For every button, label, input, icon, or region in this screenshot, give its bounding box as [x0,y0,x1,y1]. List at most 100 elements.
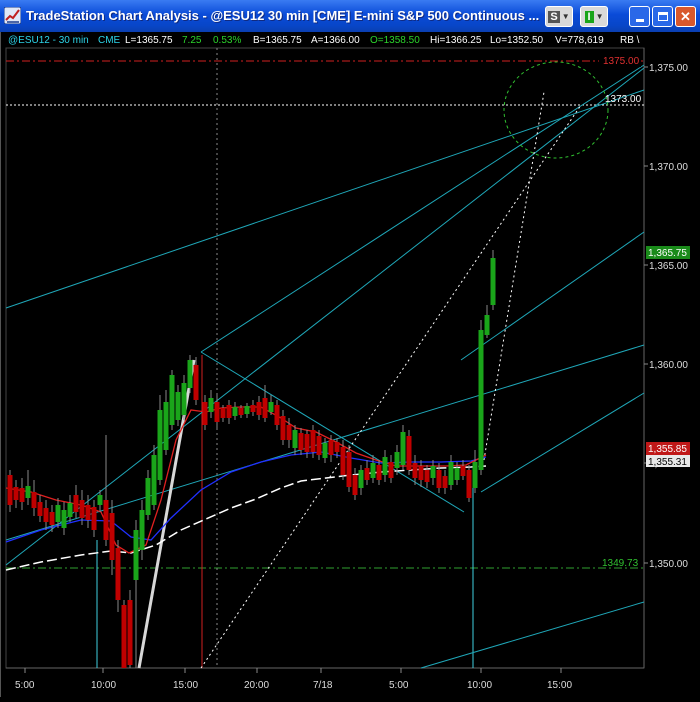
candle-body [280,416,286,440]
close-button[interactable]: ✕ [675,6,696,27]
candle-body [292,430,298,448]
candle-body [478,330,484,470]
title-bar: TradeStation Chart Analysis - @ESU12 30 … [0,0,700,32]
time-axis: 5:00 10:00 15:00 20:00 7/18 5:00 10:00 1… [15,680,572,691]
candle-body [268,402,274,412]
candle-body [127,600,133,665]
chevron-down-icon: ▼ [595,12,604,21]
candle-body [214,402,220,422]
candle-body [31,492,37,508]
info-bar: @ESU12 - 30 min CME L=1365.75 7.25 0.53%… [8,35,640,46]
interval-link-button[interactable]: I ▼ [580,6,608,27]
candle-body [316,436,322,455]
candle-body [187,360,193,388]
candle-body [328,440,334,455]
candle-body [286,425,292,440]
candle-body [430,466,436,478]
candle-body [460,466,466,476]
time-label: 5:00 [389,680,409,691]
candle-body [43,508,49,522]
interval-link-label: I [584,10,594,23]
maximize-icon [657,12,668,21]
info-low: Lo=1352.50 [490,35,544,46]
symbol-link-button[interactable]: S ▼ [545,6,573,27]
target-ellipse[interactable] [503,61,609,159]
candle-body [157,410,163,480]
candle-body [139,510,145,550]
chart-area[interactable]: @ESU12 - 30 min CME L=1365.75 7.25 0.53%… [0,32,700,697]
candle-body [133,530,139,580]
candle-body [418,466,424,480]
support-tag: 1349.73 [602,558,639,569]
info-ask: A=1366.00 [311,35,360,46]
minimize-icon [635,19,644,22]
ma-tag: 1,355.85 [648,444,687,455]
candle-body [97,495,103,505]
candle-body [382,457,388,475]
candle-body [484,315,490,335]
candle-body [472,462,478,488]
candle-body [19,488,25,502]
candle-body [352,475,358,495]
candle-body [67,503,73,517]
candle-body [298,433,304,450]
candle-body [103,500,109,540]
candle-body [208,398,214,412]
candle-body [193,365,199,400]
candle-body [163,402,169,450]
info-extra: RB \ [620,35,640,46]
close-icon: ✕ [680,9,691,24]
candle-body [412,463,418,478]
candle-body [85,505,91,520]
price-tick: 1,350.00 [649,559,688,570]
candle-body [13,487,19,500]
price-chart[interactable]: @ESU12 - 30 min CME L=1365.75 7.25 0.53%… [1,32,700,697]
candle-body [202,402,208,425]
candle-body [73,495,79,512]
candle-body [232,407,238,416]
candle-body [376,465,382,480]
time-label: 7/18 [313,680,333,691]
candle-body [115,548,121,600]
trendlines[interactable] [5,64,645,669]
candles [7,250,496,668]
window-title: TradeStation Chart Analysis - @ESU12 30 … [26,8,540,23]
time-label: 15:00 [173,680,198,691]
candle-body [238,408,244,415]
time-ticks [24,668,562,673]
candle-body [388,462,394,478]
candle-body [346,452,352,487]
candle-body [454,468,460,480]
candle-body [49,512,55,525]
candle-body [424,470,430,482]
candle-body [79,500,85,518]
info-open: O=1358.50 [370,35,420,46]
minimize-button[interactable] [629,6,650,27]
candle-body [394,452,400,468]
price-tick: 1,370.00 [649,162,688,173]
candle-body [400,432,406,465]
candle-body [181,383,187,415]
price-tick: 1,365.00 [649,261,688,272]
symbol-link-label: S [548,10,560,23]
time-label: 5:00 [15,680,35,691]
candle-body [61,510,67,528]
projection-lines[interactable] [200,91,582,669]
price-tick: 1,360.00 [649,360,688,371]
candle-body [358,470,364,488]
last-price-tag: 1,365.75 [648,248,687,259]
info-last: L=1365.75 [125,35,173,46]
candle-body [91,507,97,530]
candle-body [151,455,157,505]
candle-body [442,476,448,488]
candle-body [220,408,226,418]
candle-body [364,468,370,480]
info-exchange: CME [98,35,121,46]
candle-body [226,405,232,418]
time-label: 15:00 [547,680,572,691]
candle-body [340,447,346,475]
maximize-button[interactable] [652,6,673,27]
candle-body [490,258,496,305]
time-label: 20:00 [244,680,269,691]
candle-body [37,502,43,516]
